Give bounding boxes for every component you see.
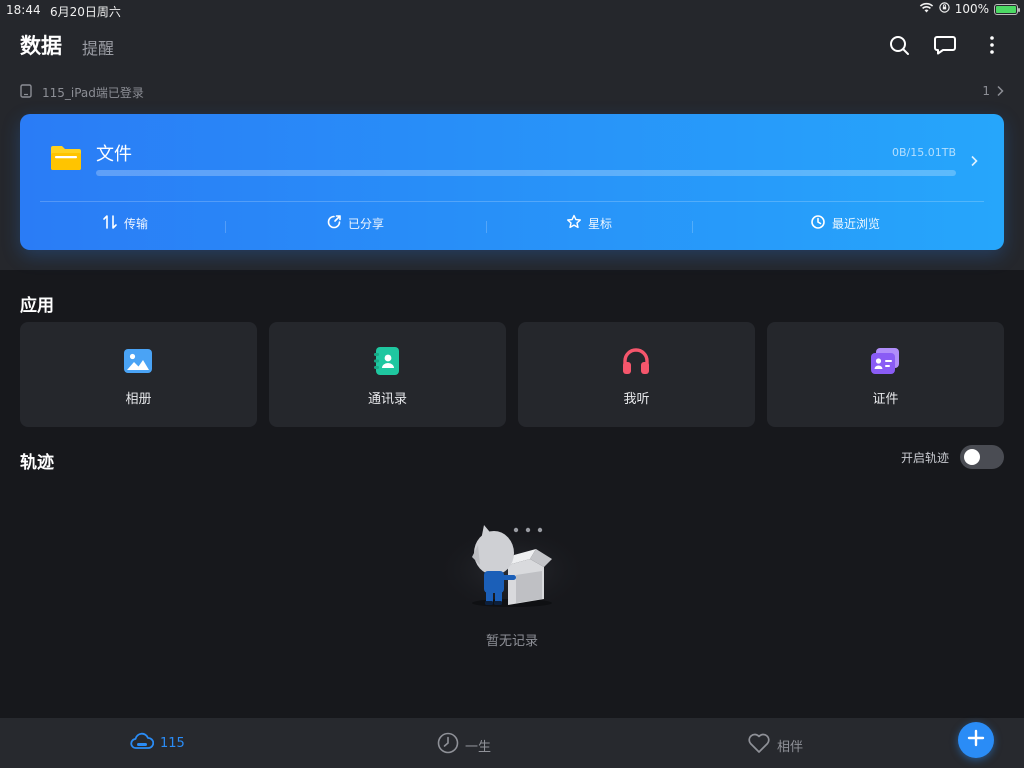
app-tile-album[interactable]: 相册: [20, 322, 257, 427]
recent-label: 最近浏览: [832, 217, 881, 231]
app-label-id-cards: 证件: [872, 392, 899, 407]
empty-state-text: 暂无记录: [485, 634, 538, 649]
nav-label-115: 115: [160, 735, 185, 751]
folder-icon: [50, 142, 82, 176]
header: 数据 提醒: [0, 26, 1024, 66]
status-time: 18:44: [6, 3, 41, 17]
action-separator: [692, 221, 693, 233]
storage-progress-bar: [96, 170, 956, 176]
starred-button[interactable]: 星标: [566, 214, 612, 233]
chevron-right-icon: [970, 152, 978, 171]
battery-percent: 100%: [954, 2, 989, 16]
card-divider: [40, 201, 984, 202]
search-icon[interactable]: [886, 32, 912, 58]
transfer-label: 传输: [124, 217, 149, 231]
status-bar: 18:44 6月20日周六 100%: [0, 0, 1024, 20]
app-tile-contacts[interactable]: 通讯录: [269, 322, 506, 427]
login-device-count: 1: [982, 84, 990, 98]
heart-icon: [747, 732, 771, 758]
toggle-knob: [964, 449, 980, 465]
nav-label-companion: 相伴: [777, 739, 804, 755]
more-icon[interactable]: [979, 32, 1005, 58]
transfer-button[interactable]: 传输: [102, 214, 148, 233]
file-card-actions: 传输 已分享 星标 最近浏览: [20, 214, 1004, 238]
status-indicators: 100%: [919, 2, 1020, 16]
action-separator: [225, 221, 226, 233]
file-card[interactable]: 文件 0B/15.01TB 传输 已分享 星标 最近浏览: [20, 114, 1004, 250]
bottom-nav: 115 一生 相伴: [0, 718, 1024, 768]
orientation-lock-icon: [938, 2, 950, 16]
empty-state-illustration: [432, 515, 592, 615]
starred-label: 星标: [588, 217, 613, 231]
battery-icon: [994, 3, 1020, 15]
headphones-icon: [621, 346, 651, 376]
app-label-contacts: 通讯录: [367, 392, 407, 407]
action-separator: [486, 221, 487, 233]
chevron-right-icon: [996, 85, 1004, 100]
shared-label: 已分享: [348, 217, 385, 231]
message-icon[interactable]: [932, 32, 958, 58]
login-status-text: 115_iPad端已登录: [42, 86, 144, 100]
storage-usage-text: 0B/15.01TB: [891, 146, 956, 159]
app-label-listen: 我听: [623, 392, 650, 407]
track-toggle[interactable]: [960, 445, 1004, 469]
app-label-album: 相册: [125, 392, 152, 407]
photo-icon: [123, 346, 153, 376]
app-tile-id-cards[interactable]: 证件: [767, 322, 1004, 427]
clock-icon: [437, 732, 459, 758]
file-card-title: 文件: [96, 144, 132, 165]
login-status-row[interactable]: 115_iPad端已登录 1: [20, 83, 1004, 101]
star-icon: [566, 214, 582, 233]
nav-label-lifetime: 一生: [465, 739, 492, 755]
recent-button[interactable]: 最近浏览: [810, 214, 880, 233]
tablet-icon: [20, 84, 32, 101]
tab-remind[interactable]: 提醒: [82, 35, 114, 59]
wifi-icon: [919, 2, 934, 16]
apps-section-title: 应用: [20, 296, 54, 316]
history-icon: [810, 214, 826, 233]
id-card-icon: [870, 346, 900, 376]
nav-item-115[interactable]: 115: [130, 732, 185, 754]
app-tile-listen[interactable]: 我听: [518, 322, 755, 427]
track-section-title: 轨迹: [20, 453, 54, 473]
track-toggle-label: 开启轨迹: [900, 451, 949, 465]
share-icon: [326, 214, 342, 233]
plus-icon: [967, 729, 985, 751]
nav-item-lifetime[interactable]: 一生: [437, 732, 491, 758]
add-button[interactable]: [958, 722, 994, 758]
nav-item-companion[interactable]: 相伴: [747, 732, 803, 758]
tab-data[interactable]: 数据: [20, 30, 62, 60]
contacts-icon: [372, 346, 402, 376]
status-date: 6月20日周六: [50, 5, 121, 19]
cloud-icon: [130, 732, 155, 754]
shared-button[interactable]: 已分享: [326, 214, 384, 233]
transfer-icon: [102, 214, 118, 233]
